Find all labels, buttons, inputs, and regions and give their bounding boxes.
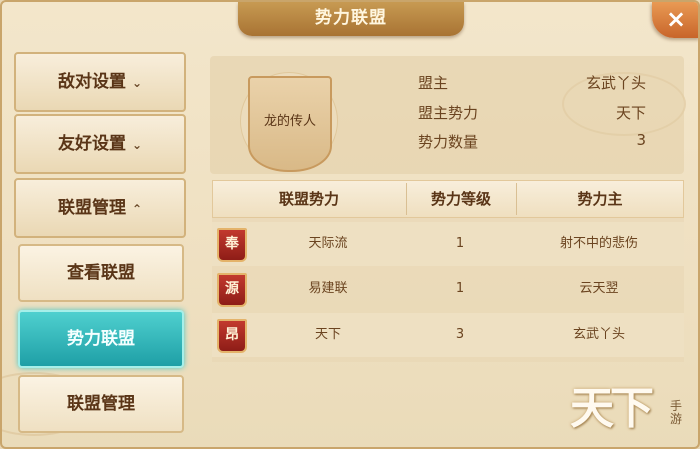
faction-tag-icon: 奉 (217, 228, 247, 262)
chevron-down-icon: ⌄ (131, 138, 143, 152)
sidebar-item-friendly-settings[interactable]: 友好设置 ⌄ (14, 114, 186, 174)
close-icon[interactable]: × (652, 2, 698, 38)
faction-owner: 云天翌 (579, 281, 619, 296)
faction-level: 1 (455, 281, 465, 296)
subitem-alliance-management[interactable]: 联盟管理 (18, 375, 184, 433)
table-header: 联盟势力 势力等级 势力主 (212, 180, 684, 218)
faction-level: 1 (455, 236, 465, 251)
game-logo: 天下 手游 (562, 370, 694, 446)
info-row-power-count: 势力数量 3 (418, 131, 646, 155)
alliance-window: 势力联盟 × 敌对设置 ⌄ 友好设置 ⌄ 联盟管理 ⌃ 查看联盟 势力联盟 联盟管理 … (0, 0, 700, 449)
subitem-view-alliance[interactable]: 查看联盟 (18, 244, 184, 302)
faction-level: 3 (455, 327, 465, 342)
sidebar-item-label: 友好设置 (57, 134, 126, 154)
leader-label: 盟主 (418, 74, 449, 92)
table-row[interactable]: 源 易建联 1 云天翌 (212, 267, 684, 311)
info-row-leader-power: 盟主势力 天下 (418, 102, 646, 126)
table-row[interactable]: 昂 天下 3 玄武丫头 (212, 313, 684, 357)
chevron-up-icon: ⌃ (131, 202, 143, 216)
sidebar-item-hostile-settings[interactable]: 敌对设置 ⌄ (14, 52, 186, 112)
faction-name: 易建联 (308, 281, 348, 296)
emblem-name: 龙的传人 (263, 114, 316, 129)
sidebar-item-label: 联盟管理 (57, 198, 126, 218)
table-row[interactable]: 奉 天际流 1 射不中的悲伤 (212, 222, 684, 266)
subitem-power-alliance[interactable]: 势力联盟 (18, 310, 184, 368)
sidebar-item-label: 敌对设置 (57, 72, 126, 92)
column-header: 势力等级 (430, 190, 491, 208)
leader-value: 玄武丫头 (585, 74, 646, 92)
faction-name: 天际流 (308, 236, 348, 251)
faction-name: 天下 (314, 327, 341, 342)
leader-power-label: 盟主势力 (418, 104, 479, 122)
power-count-label: 势力数量 (418, 133, 479, 151)
faction-owner: 玄武丫头 (572, 327, 625, 342)
logo-main-text: 天下 (570, 383, 654, 434)
leader-power-value: 天下 (615, 104, 646, 122)
column-header: 联盟势力 (278, 190, 339, 208)
faction-tag-icon: 昂 (217, 319, 247, 353)
chevron-down-icon: ⌄ (131, 76, 143, 90)
faction-tag-icon: 源 (217, 273, 247, 307)
info-row-leader: 盟主 玄武丫头 (418, 72, 646, 96)
logo-sub-text: 手游 (670, 399, 683, 426)
sidebar-item-alliance-management[interactable]: 联盟管理 ⌃ (14, 178, 186, 238)
column-header: 势力主 (577, 190, 623, 208)
power-count-value: 3 (636, 131, 646, 149)
faction-owner: 射不中的悲伤 (559, 236, 638, 251)
alliance-emblem: 龙的传人 (248, 76, 332, 172)
window-title: 势力联盟 (238, 2, 464, 36)
